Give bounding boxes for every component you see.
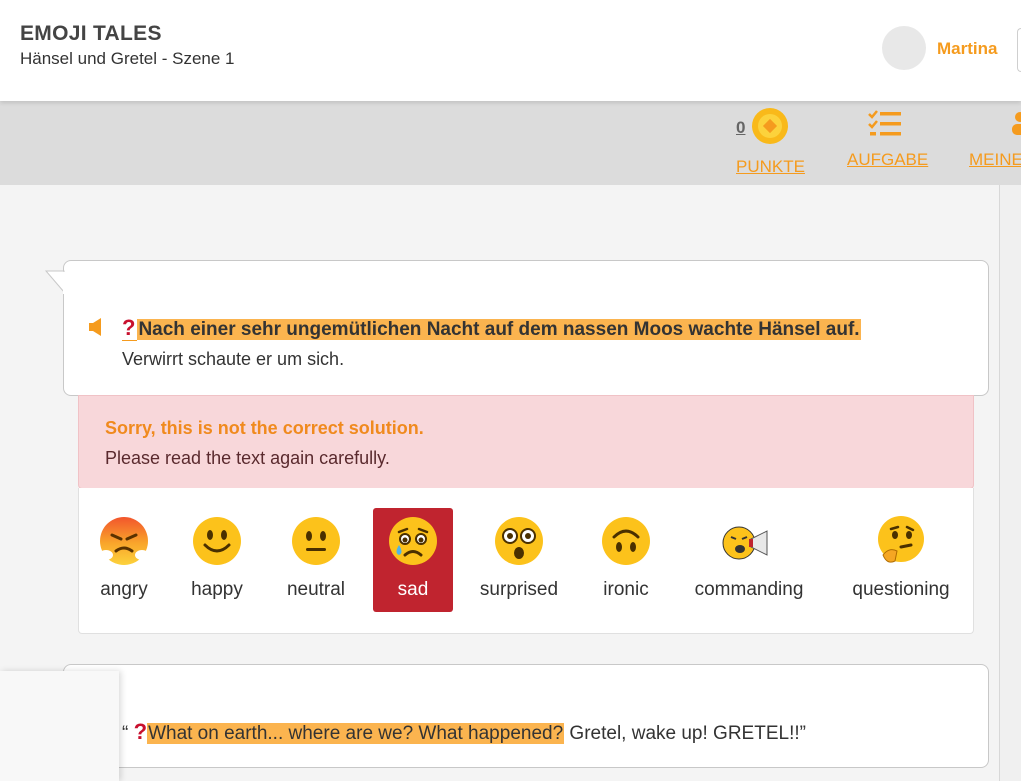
dialogue-line: “ ?What on earth... where are we? What h… [122, 719, 806, 745]
mine-label[interactable]: MEINE [969, 150, 1021, 170]
bubble-tail [44, 270, 66, 294]
surprised-emoji-icon [495, 517, 543, 565]
task-label[interactable]: AUFGABE [847, 150, 928, 170]
neutral-emoji-icon [292, 517, 340, 565]
emotion-label: commanding [694, 579, 804, 600]
highlighted-sentence[interactable]: Nach einer sehr ungemütlichen Nacht auf … [137, 319, 861, 340]
emotion-label: sad [397, 579, 429, 600]
checklist-icon [868, 110, 901, 136]
points-label[interactable]: PUNKTE [736, 157, 805, 177]
emotion-picker: angry happy neutral sad surprised ironic… [78, 488, 974, 634]
coin-icon [752, 108, 788, 144]
feedback-alert: Sorry, this is not the correct solution.… [78, 395, 974, 489]
highlighted-dialogue[interactable]: What on earth... where are we? What happ… [147, 723, 565, 744]
thinking-emoji-icon [878, 516, 924, 563]
emotion-surprised[interactable]: surprised [471, 508, 567, 612]
scrollbar[interactable] [999, 185, 1021, 781]
emotion-happy[interactable]: happy [184, 508, 250, 612]
angry-emoji-icon [99, 517, 149, 565]
emotion-ironic[interactable]: ironic [591, 508, 661, 612]
question-marker[interactable]: ? [122, 315, 138, 341]
megaphone-emoji-icon [722, 526, 768, 560]
happy-emoji-icon [193, 517, 241, 565]
emotion-label: ironic [603, 579, 649, 600]
avatar[interactable] [882, 26, 926, 70]
question-mark-icon: ? [122, 315, 136, 340]
person-icon [1012, 112, 1021, 135]
feedback-message: Please read the text again carefully. [105, 448, 390, 468]
question-mark-icon: ? [133, 719, 148, 744]
emotion-commanding[interactable]: commanding [685, 508, 813, 612]
mine-item[interactable]: MEINE [960, 101, 1021, 185]
emotion-angry[interactable]: angry [89, 508, 159, 612]
emotion-label: questioning [852, 579, 950, 600]
open-quote: “ [122, 723, 129, 744]
emotion-label: happy [191, 579, 243, 600]
app-title: EMOJI TALES [20, 22, 162, 45]
top-header: EMOJI TALES Hänsel und Gretel - Szene 1 … [0, 0, 1021, 101]
points-value: 0 [736, 118, 746, 137]
emotion-label: surprised [479, 579, 559, 600]
emotion-label: neutral [286, 579, 346, 600]
emotion-sad[interactable]: sad [373, 508, 453, 612]
sad-emoji-icon [389, 517, 437, 565]
story-line-2: Verwirrt schaute er um sich. [122, 349, 345, 369]
scene-subtitle: Hänsel und Gretel - Szene 1 [20, 49, 235, 68]
ironic-emoji-icon [602, 517, 650, 565]
toolbar: PUNKTE AUFGABE MEINE [0, 101, 1021, 185]
dialogue-rest: Gretel, wake up! GRETEL!!” [564, 723, 806, 744]
dialogue-bubble [63, 664, 989, 768]
username[interactable]: Martina [937, 39, 997, 59]
feedback-title: Sorry, this is not the correct solution. [105, 418, 424, 438]
task-item[interactable]: AUFGABE [840, 101, 940, 185]
header-edge-control[interactable] [1017, 28, 1021, 72]
emotion-questioning[interactable]: questioning [843, 508, 959, 612]
speaker-icon[interactable] [88, 317, 104, 337]
emotion-label: angry [100, 579, 148, 600]
story-line-1: ? Nach einer sehr ungemütlichen Nacht auf… [122, 315, 861, 341]
side-overlay-panel [0, 671, 119, 781]
emotion-neutral[interactable]: neutral [279, 508, 353, 612]
